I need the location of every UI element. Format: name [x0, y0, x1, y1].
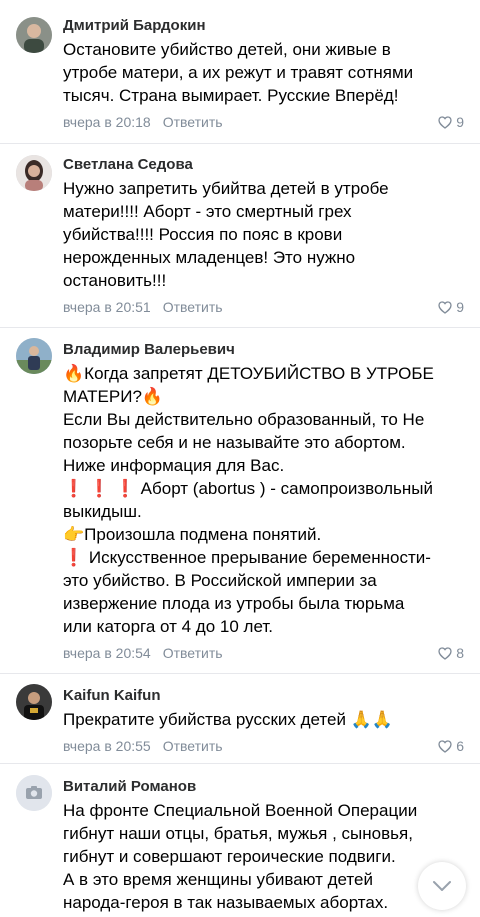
- comment-author[interactable]: Владимир Валерьевич: [63, 340, 464, 359]
- divider: [0, 327, 480, 328]
- comment-text: На фронте Специальной Военной Операции г…: [63, 801, 418, 912]
- comment-text: Остановите убийство детей, они живые в у…: [63, 40, 414, 105]
- comment-text: Прекратите убийства русских детей 🙏🙏: [63, 710, 394, 729]
- avatar[interactable]: [16, 155, 52, 191]
- heart-icon: [438, 646, 452, 660]
- comment-text: 🔥Когда запретят ДЕТОУБИЙСТВО В УТРОБЕ МА…: [63, 364, 434, 636]
- divider: [0, 673, 480, 674]
- comment-author[interactable]: Kaifun Kaifun: [63, 686, 464, 705]
- comment-time: вчера в 20:18: [63, 114, 151, 130]
- heart-icon: [438, 115, 452, 129]
- like-button[interactable]: 8: [438, 643, 464, 663]
- like-count: 6: [456, 738, 464, 754]
- reply-button[interactable]: Ответить: [163, 645, 223, 661]
- avatar[interactable]: [16, 684, 52, 720]
- avatar[interactable]: [16, 17, 52, 53]
- divider: [0, 763, 480, 764]
- avatar[interactable]: [16, 338, 52, 374]
- avatar[interactable]: [16, 775, 52, 811]
- comment-meta: вчера в 20:18 Ответить 9: [63, 112, 464, 132]
- comment-time: вчера в 20:54: [63, 645, 151, 661]
- heart-icon: [438, 300, 452, 314]
- like-button[interactable]: 6: [438, 736, 464, 756]
- like-button[interactable]: 9: [438, 297, 464, 317]
- like-count: 9: [456, 114, 464, 130]
- comment-author[interactable]: Светлана Седова: [63, 155, 464, 174]
- comment-author[interactable]: Дмитрий Бардокин: [63, 16, 464, 35]
- reply-button[interactable]: Ответить: [163, 738, 223, 754]
- heart-icon: [438, 739, 452, 753]
- like-count: 9: [456, 299, 464, 315]
- comment-time: вчера в 20:51: [63, 299, 151, 315]
- like-count: 8: [456, 645, 464, 661]
- reply-button[interactable]: Ответить: [163, 299, 223, 315]
- chevron-down-icon: [433, 881, 451, 891]
- comment-meta: вчера в 20:55 Ответить 6: [63, 736, 464, 756]
- scroll-down-button[interactable]: [418, 862, 466, 910]
- like-button[interactable]: 9: [438, 112, 464, 132]
- camera-icon: [16, 775, 52, 811]
- reply-button[interactable]: Ответить: [163, 114, 223, 130]
- comment-text: Нужно запретить убийтва детей в утробе м…: [63, 179, 389, 290]
- comment-meta: вчера в 20:51 Ответить 9: [63, 297, 464, 317]
- comment-author[interactable]: Виталий Романов: [63, 777, 464, 796]
- comment-time: вчера в 20:55: [63, 738, 151, 754]
- comment-meta: вчера в 20:54 Ответить 8: [63, 643, 464, 663]
- divider: [0, 143, 480, 144]
